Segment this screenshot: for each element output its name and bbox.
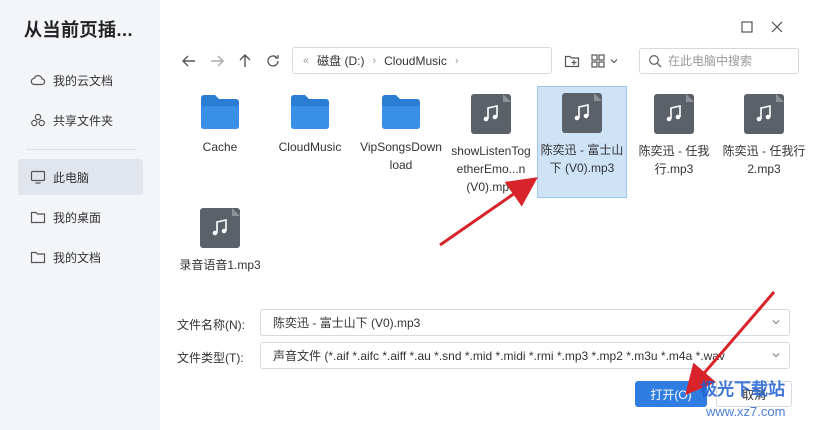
filename-label: 文件名称(N): [177,318,245,332]
folder-icon [30,211,46,224]
file-name: 陈奕迅 - 任我行2.mp3 [722,144,806,176]
file-tile-folder[interactable]: Cache [175,88,265,156]
music-file-icon [471,94,511,134]
chevron-down-icon [610,59,618,64]
arrow-left-icon [182,55,195,67]
chevron-double-left-icon[interactable]: « [303,55,309,67]
address-bar[interactable]: « 磁盘 (D:) › CloudMusic › [292,47,552,74]
folder-icon [201,95,239,129]
sidebar-item-label: 此电脑 [53,170,90,185]
music-file-icon [562,93,602,133]
sidebar-divider [26,149,136,150]
sidebar: 从当前页插... 我的云文档 共享文件夹 此电脑 我的桌面 我的文档 [0,0,160,430]
close-button[interactable] [768,18,786,36]
folder-icon [382,95,420,129]
cloud-icon [30,75,46,86]
filename-field[interactable]: 陈奕迅 - 富士山下 (V0).mp3 [260,309,790,336]
file-name: CloudMusic [278,140,342,154]
chevron-down-icon[interactable] [771,317,781,327]
annotation-arrow [685,291,776,396]
refresh-button[interactable] [262,50,284,72]
file-tile-audio[interactable]: 陈奕迅 - 任我行.mp3 [629,88,719,178]
new-folder-button[interactable] [564,50,580,72]
folder-icon [291,95,329,129]
sidebar-item-desktop[interactable]: 我的桌面 [18,199,143,235]
file-tile-audio[interactable]: showListenTogetherEmo...n (V0).mp3 [446,88,536,196]
chevron-right-icon: › [372,54,377,67]
back-button[interactable] [178,50,200,72]
sidebar-item-documents[interactable]: 我的文档 [18,239,143,275]
music-file-icon [744,94,784,134]
file-tile-audio-selected[interactable]: 陈奕迅 - 富士山下 (V0).mp3 [537,86,627,198]
arrow-up-icon [239,54,251,67]
shared-icon [31,113,45,127]
dialog-title: 从当前页插... [24,20,134,40]
chevron-right-icon: › [454,54,459,67]
file-tile-folder[interactable]: VipSongsDownload [356,88,446,174]
close-icon [771,21,783,33]
grid-view-icon [591,54,605,68]
file-name: showListenTogetherEmo...n (V0).mp3 [451,144,531,194]
arrow-right-icon [211,55,224,67]
file-tile-folder[interactable]: CloudMusic [265,88,355,156]
sidebar-item-cloud-docs[interactable]: 我的云文档 [18,62,143,98]
watermark-url: www.xz7.com [706,404,786,419]
sidebar-item-label: 共享文件夹 [53,113,114,128]
music-file-icon [654,94,694,134]
refresh-icon [267,55,279,67]
file-name: VipSongsDownload [360,140,442,172]
sidebar-item-label: 我的云文档 [53,73,114,88]
open-button[interactable]: 打开(O) [635,381,707,407]
folder-icon [30,251,46,264]
monitor-icon [30,170,46,184]
new-folder-icon [564,55,580,68]
filetype-value: 声音文件 (*.aif *.aifc *.aiff *.au *.snd *.m… [273,349,725,363]
filetype-select[interactable]: 声音文件 (*.aif *.aifc *.aiff *.au *.snd *.m… [260,342,790,369]
forward-button[interactable] [206,50,228,72]
watermark-brand: 极光下载站 [700,380,785,399]
sidebar-item-shared-folder[interactable]: 共享文件夹 [18,102,143,138]
file-tile-audio[interactable]: 录音语音1.mp3 [175,202,265,274]
sidebar-item-label: 我的桌面 [53,210,102,225]
file-tile-audio[interactable]: 陈奕迅 - 任我行2.mp3 [719,88,809,178]
sidebar-item-this-pc[interactable]: 此电脑 [18,159,143,195]
filename-value: 陈奕迅 - 富士山下 (V0).mp3 [273,316,421,330]
view-mode-button[interactable] [590,50,619,72]
breadcrumb-drive[interactable]: 磁盘 (D:) [317,52,364,69]
up-button[interactable] [234,50,256,72]
breadcrumb-folder[interactable]: CloudMusic [384,54,447,68]
file-name: 陈奕迅 - 富士山下 (V0).mp3 [540,143,624,175]
file-name: 录音语音1.mp3 [179,258,261,272]
sidebar-item-label: 我的文档 [53,250,102,265]
filetype-label: 文件类型(T): [177,351,244,365]
music-file-icon [200,208,240,248]
file-name: 陈奕迅 - 任我行.mp3 [638,144,710,176]
search-icon [649,55,662,68]
maximize-button[interactable] [738,18,756,36]
chevron-down-icon[interactable] [771,350,781,360]
search-input[interactable] [668,54,788,68]
file-name: Cache [202,140,238,154]
search-box[interactable] [639,48,799,74]
maximize-icon [741,21,753,33]
